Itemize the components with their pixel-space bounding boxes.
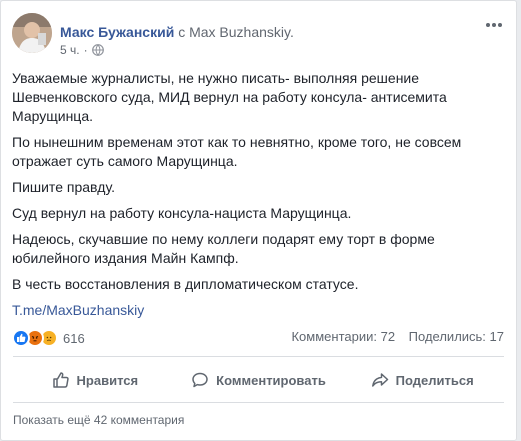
post-paragraph: Надеюсь, скучавшие по нему коллеги подар… bbox=[12, 231, 435, 266]
comment-button[interactable]: Комментировать bbox=[177, 360, 341, 400]
post-time[interactable]: 5 ч. bbox=[60, 43, 80, 57]
telegram-link[interactable]: T.me/MaxBuzhanskiy bbox=[12, 302, 144, 318]
like-label: Нравится bbox=[76, 372, 139, 388]
post-author-line: Макс Бужанский с Max Buzhanskiy. bbox=[60, 24, 294, 40]
post-card: Макс Бужанский с Max Buzhanskiy. 5 ч. · … bbox=[0, 0, 517, 441]
author-name[interactable]: Макс Бужанский bbox=[60, 24, 174, 40]
more-options-icon[interactable] bbox=[484, 17, 504, 33]
thumbs-up-icon bbox=[52, 372, 69, 388]
separator-dot: · bbox=[83, 43, 88, 57]
divider bbox=[13, 356, 504, 357]
share-label: Поделиться bbox=[395, 372, 474, 388]
share-icon bbox=[371, 373, 388, 387]
avatar[interactable] bbox=[12, 13, 52, 53]
post-paragraph: По нынешним временам этот как то невнятн… bbox=[12, 134, 462, 169]
post-link-line: T.me/MaxBuzhanskiy bbox=[12, 301, 502, 320]
page-name[interactable]: Max Buzhanskiy. bbox=[189, 24, 294, 40]
share-button[interactable]: Поделиться bbox=[340, 360, 504, 400]
post-paragraph: В честь восстановления в дипломатическом… bbox=[12, 276, 359, 292]
reactions-summary[interactable]: 616 bbox=[12, 329, 85, 347]
like-icon bbox=[12, 329, 30, 347]
globe-icon bbox=[91, 44, 104, 56]
post-paragraph: Суд вернул на работу консула-нациста Мар… bbox=[12, 205, 352, 221]
divider bbox=[13, 402, 504, 403]
post-paragraph: Уважаемые журналисты, не нужно писать- в… bbox=[12, 70, 447, 124]
comment-icon bbox=[192, 372, 208, 388]
post-actions: Нравится Комментировать Поделиться bbox=[13, 360, 504, 400]
post-body: Уважаемые журналисты, не нужно писать- в… bbox=[12, 69, 502, 327]
engagement-counts: Комментарии: 72 Поделились: 17 bbox=[291, 329, 504, 344]
like-button[interactable]: Нравится bbox=[13, 360, 177, 400]
comments-count[interactable]: Комментарии: 72 bbox=[291, 329, 395, 344]
comment-label: Комментировать bbox=[216, 372, 326, 388]
post-stats: 616 Комментарии: 72 Поделились: 17 bbox=[12, 329, 504, 349]
post-header: Макс Бужанский с Max Buzhanskiy. 5 ч. · bbox=[12, 13, 504, 57]
post-paragraph: Пишите правду. bbox=[12, 179, 115, 195]
via-word: с bbox=[178, 24, 186, 40]
shares-count[interactable]: Поделились: 17 bbox=[409, 329, 504, 344]
post-meta: 5 ч. · bbox=[60, 43, 104, 57]
reactions-count: 616 bbox=[63, 330, 85, 346]
avatar-photo bbox=[12, 13, 52, 53]
show-more-comments-link[interactable]: Показать ещё 42 комментария bbox=[13, 413, 184, 427]
